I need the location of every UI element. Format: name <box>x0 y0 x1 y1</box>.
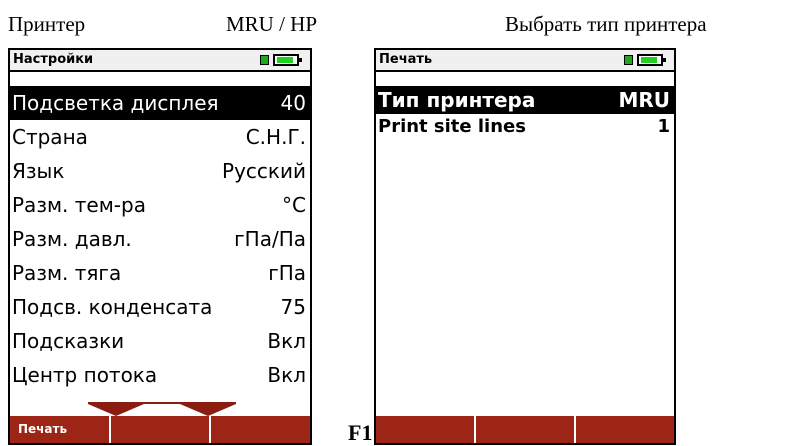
softkey-2[interactable] <box>476 416 576 443</box>
plug-icon <box>260 55 269 65</box>
menu-item-pressure-unit[interactable]: Разм. давл. гПа/Па <box>10 222 310 256</box>
caption-printer-model: MRU / HP <box>226 12 318 36</box>
screen-title-bar: Печать <box>376 50 674 72</box>
menu-item-temperature-unit[interactable]: Разм. тем-ра °C <box>10 188 310 222</box>
print-menu: Тип принтера MRU Print site lines 1 <box>376 86 674 138</box>
menu-item-label: Центр потока <box>12 363 158 387</box>
menu-item-draught-unit[interactable]: Разм. тяга гПа <box>10 256 310 290</box>
softkey-3[interactable] <box>576 416 674 443</box>
menu-item-value: С.Н.Г. <box>245 125 306 149</box>
screen-title: Печать <box>379 52 433 67</box>
softkey-bar: Печать <box>10 416 310 443</box>
menu-item-value: Вкл <box>267 329 306 353</box>
menu-item-value: гПа/Па <box>234 227 306 251</box>
print-screen: Печать Тип принтера MRU Print site lines… <box>374 48 676 445</box>
menu-item-value: Вкл <box>267 363 306 387</box>
menu-item-printer-type[interactable]: Тип принтера MRU <box>376 86 674 114</box>
caption-printer: Принтер <box>8 12 86 36</box>
screen-title-bar: Настройки <box>10 50 310 72</box>
battery-icon <box>637 54 666 66</box>
softkey-print[interactable]: Печать <box>10 416 111 443</box>
menu-item-label: Подсв. конденсата <box>12 295 213 319</box>
softkey-label: Печать <box>18 422 68 436</box>
menu-item-flow-center[interactable]: Центр потока Вкл <box>10 358 310 392</box>
menu-item-hints[interactable]: Подсказки Вкл <box>10 324 310 358</box>
menu-item-label: Print site lines <box>378 115 526 137</box>
menu-item-label: Подсказки <box>12 329 125 353</box>
menu-item-language[interactable]: Язык Русский <box>10 154 310 188</box>
scroll-down-icon <box>10 402 310 416</box>
settings-screen: Настройки Подсветка дисплея 40 Страна С.… <box>8 48 312 445</box>
softkey-bar <box>376 416 674 443</box>
menu-item-label: Разм. давл. <box>12 227 132 251</box>
menu-item-label: Тип принтера <box>378 88 536 112</box>
menu-item-value: 75 <box>280 295 306 319</box>
menu-item-display-backlight[interactable]: Подсветка дисплея 40 <box>10 86 310 120</box>
settings-menu: Подсветка дисплея 40 Страна С.Н.Г. Язык … <box>10 86 310 392</box>
menu-item-value: °C <box>282 193 306 217</box>
battery-icon <box>273 54 302 66</box>
menu-item-print-site-lines[interactable]: Print site lines 1 <box>376 114 674 138</box>
softkey-1[interactable] <box>376 416 476 443</box>
menu-item-label: Подсветка дисплея <box>12 91 219 115</box>
menu-item-label: Разм. тем-ра <box>12 193 146 217</box>
menu-item-value: гПа <box>268 261 306 285</box>
status-indicators <box>624 54 668 67</box>
menu-item-label: Язык <box>12 159 65 183</box>
screen-title: Настройки <box>13 52 94 67</box>
menu-item-label: Страна <box>12 125 88 149</box>
menu-item-country[interactable]: Страна С.Н.Г. <box>10 120 310 154</box>
status-indicators <box>260 54 304 67</box>
menu-item-label: Разм. тяга <box>12 261 122 285</box>
f1-label: F1 <box>348 420 373 445</box>
softkey-3[interactable] <box>211 416 310 443</box>
menu-item-value: 40 <box>280 91 306 115</box>
menu-item-condensate-backlight[interactable]: Подсв. конденсата 75 <box>10 290 310 324</box>
menu-item-value: Русский <box>222 159 306 183</box>
caption-select-printer-type: Выбрать тип принтера <box>505 12 707 36</box>
menu-item-value: MRU <box>618 88 670 112</box>
plug-icon <box>624 55 633 65</box>
softkey-2[interactable] <box>111 416 212 443</box>
menu-item-value: 1 <box>657 115 670 137</box>
